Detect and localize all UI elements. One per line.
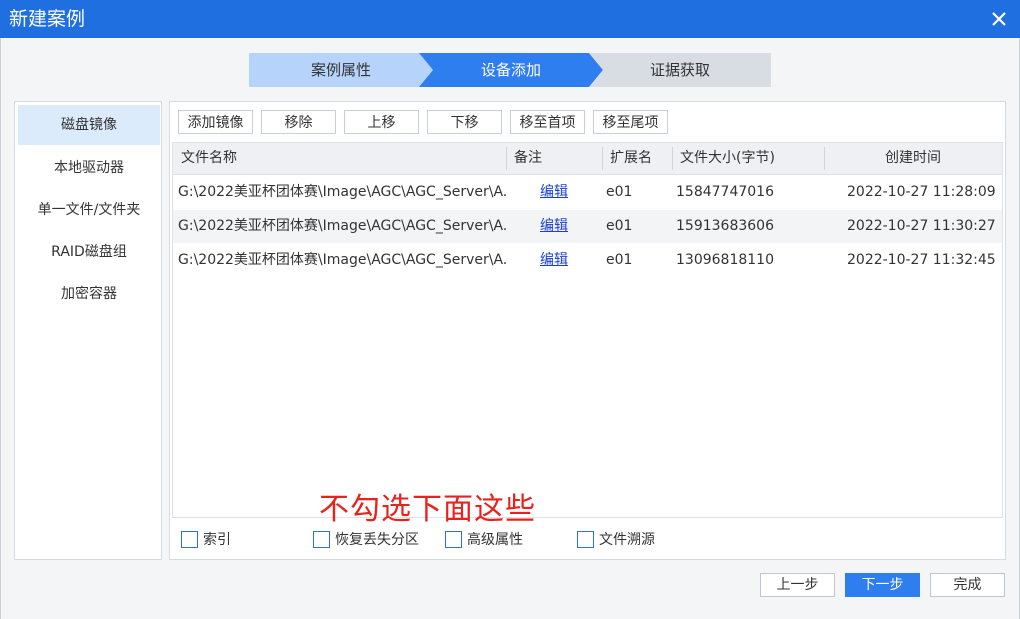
step-evidence-acquire: 证据获取 bbox=[589, 53, 771, 87]
edit-note-link[interactable]: 编辑 bbox=[540, 244, 568, 277]
title-bar: 新建案例 bbox=[0, 0, 1020, 38]
cell-created: 2022-10-27 11:32:45 bbox=[847, 252, 996, 268]
advanced-attributes-checkbox[interactable] bbox=[445, 531, 462, 548]
cell-extension: e01 bbox=[606, 218, 633, 234]
step-label: 案例属性 bbox=[310, 61, 371, 79]
sidebar-item-raid[interactable]: RAID磁盘组 bbox=[18, 232, 160, 272]
table-row[interactable]: G:\2022美亚杯团体赛\Image\AGC\AGC_Server\A... … bbox=[173, 244, 1002, 277]
step-label: 设备添加 bbox=[480, 61, 541, 79]
cell-created: 2022-10-27 11:30:27 bbox=[847, 218, 996, 234]
cell-size: 13096818110 bbox=[676, 252, 774, 268]
previous-step-button[interactable]: 上一步 bbox=[760, 573, 835, 597]
step-label: 证据获取 bbox=[649, 61, 710, 79]
add-image-button[interactable]: 添加镜像 bbox=[178, 110, 253, 134]
device-type-sidebar: 磁盘镜像 本地驱动器 单一文件/文件夹 RAID磁盘组 加密容器 bbox=[14, 101, 162, 560]
table-header: 文件名称 备注 扩展名 文件大小(字节) 创建时间 bbox=[173, 143, 1002, 175]
window-title: 新建案例 bbox=[9, 8, 86, 30]
close-icon[interactable] bbox=[988, 8, 1010, 30]
sidebar-item-single-file[interactable]: 单一文件/文件夹 bbox=[18, 190, 160, 230]
column-header-note[interactable]: 备注 bbox=[506, 143, 602, 174]
remove-button[interactable]: 移除 bbox=[261, 110, 336, 134]
move-bottom-button[interactable]: 移至尾项 bbox=[593, 110, 668, 134]
column-header-created[interactable]: 创建时间 bbox=[824, 143, 1002, 174]
step-case-properties: 案例属性 bbox=[249, 53, 433, 87]
move-down-button[interactable]: 下移 bbox=[427, 110, 502, 134]
column-header-filename[interactable]: 文件名称 bbox=[173, 143, 506, 174]
edit-note-link[interactable]: 编辑 bbox=[540, 176, 568, 209]
index-label: 索引 bbox=[203, 532, 231, 548]
index-checkbox[interactable] bbox=[181, 531, 198, 548]
cell-extension: e01 bbox=[606, 184, 633, 200]
column-header-size[interactable]: 文件大小(字节) bbox=[672, 143, 824, 174]
column-header-extension[interactable]: 扩展名 bbox=[602, 143, 672, 174]
move-top-button[interactable]: 移至首项 bbox=[510, 110, 585, 134]
finish-button[interactable]: 完成 bbox=[930, 573, 1005, 597]
advanced-attributes-label: 高级属性 bbox=[467, 532, 523, 548]
cell-filename: G:\2022美亚杯团体赛\Image\AGC\AGC_Server\A... bbox=[178, 184, 506, 200]
image-file-table: 文件名称 备注 扩展名 文件大小(字节) 创建时间 G:\2022美亚杯团体赛\… bbox=[172, 142, 1003, 518]
annotation-text: 不勾选下面这些 bbox=[319, 492, 536, 527]
next-step-button[interactable]: 下一步 bbox=[845, 573, 920, 597]
cell-filename: G:\2022美亚杯团体赛\Image\AGC\AGC_Server\A... bbox=[178, 252, 506, 268]
move-up-button[interactable]: 上移 bbox=[344, 110, 419, 134]
table-row[interactable]: G:\2022美亚杯团体赛\Image\AGC\AGC_Server\A... … bbox=[173, 210, 1002, 243]
recover-partition-label: 恢复丢失分区 bbox=[335, 532, 419, 548]
sidebar-item-disk-image[interactable]: 磁盘镜像 bbox=[18, 105, 160, 145]
cell-size: 15847747016 bbox=[676, 184, 774, 200]
cell-created: 2022-10-27 11:28:09 bbox=[847, 184, 996, 200]
edit-note-link[interactable]: 编辑 bbox=[540, 210, 568, 243]
sidebar-item-local-drive[interactable]: 本地驱动器 bbox=[18, 148, 160, 188]
cell-filename: G:\2022美亚杯团体赛\Image\AGC\AGC_Server\A... bbox=[178, 218, 506, 234]
recover-partition-checkbox[interactable] bbox=[313, 531, 330, 548]
step-indicator: 案例属性 设备添加 证据获取 bbox=[249, 53, 771, 87]
cell-size: 15913683606 bbox=[676, 218, 774, 234]
file-tracing-checkbox[interactable] bbox=[577, 531, 594, 548]
cell-extension: e01 bbox=[606, 252, 633, 268]
sidebar-item-encrypted-container[interactable]: 加密容器 bbox=[18, 274, 160, 314]
table-row[interactable]: G:\2022美亚杯团体赛\Image\AGC\AGC_Server\A... … bbox=[173, 176, 1002, 209]
file-tracing-label: 文件溯源 bbox=[599, 532, 655, 548]
step-device-add: 设备添加 bbox=[419, 53, 603, 87]
